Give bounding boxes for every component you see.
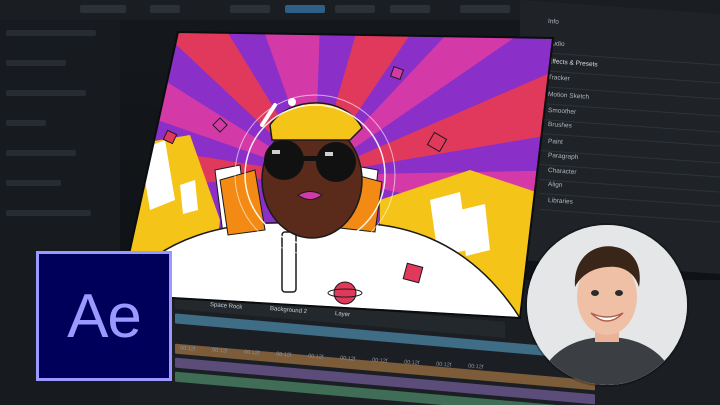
eye xyxy=(615,290,623,296)
planet-badge xyxy=(333,281,357,305)
after-effects-logo-text: Ae xyxy=(67,281,142,351)
artwork xyxy=(120,32,553,318)
highlight-dot xyxy=(288,98,296,106)
presenter-avatar xyxy=(527,225,687,385)
floating-diamond xyxy=(402,262,424,284)
presenter-illustration xyxy=(527,225,687,385)
eye xyxy=(591,290,599,296)
thumbnail-scene: Info Audio Effects & Presets Tracker Mot… xyxy=(0,0,720,405)
paper-note xyxy=(180,180,198,214)
